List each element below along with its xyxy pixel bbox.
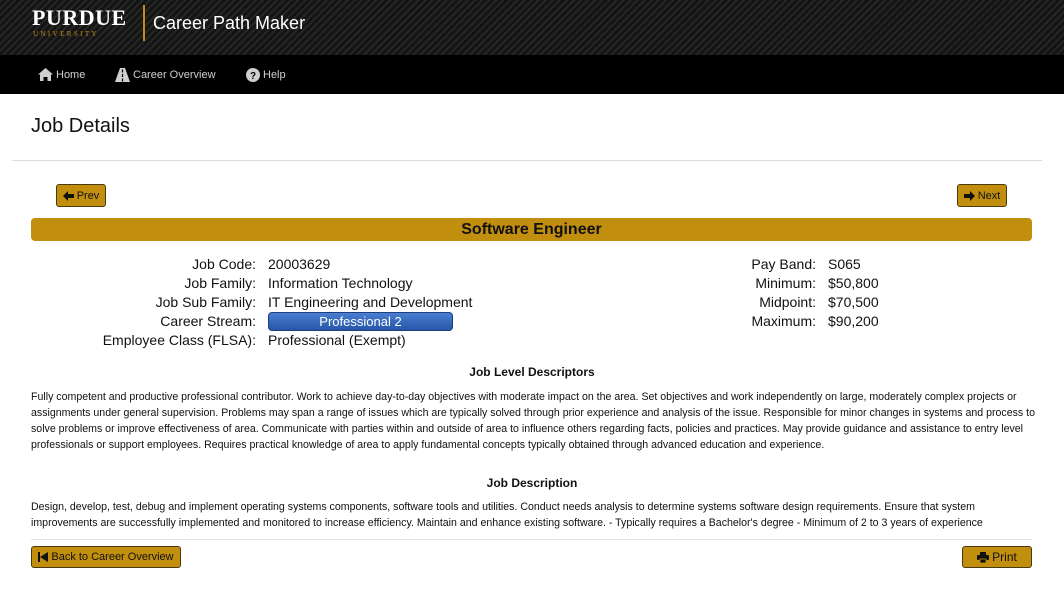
- detail-label: Pay Band:: [751, 256, 816, 272]
- home-icon: [38, 68, 53, 81]
- job-title-banner: Software Engineer: [31, 218, 1032, 241]
- detail-value: IT Engineering and Development: [268, 294, 473, 310]
- main-nav: Home Career Overview ? Help: [0, 55, 1064, 94]
- nav-career-overview-label: Career Overview: [133, 68, 216, 81]
- print-button-label: Print: [992, 550, 1017, 564]
- detail-label: Employee Class (FLSA):: [102, 332, 256, 348]
- back-button-label: Back to Career Overview: [51, 551, 174, 563]
- page-title: Job Details: [31, 115, 130, 137]
- detail-value: 20003629: [268, 256, 331, 272]
- next-button-label: Next: [977, 189, 1001, 202]
- nav-help-label: Help: [263, 68, 286, 81]
- arrow-right-icon: [963, 190, 975, 201]
- road-icon: [115, 67, 130, 82]
- svg-text:?: ?: [250, 71, 256, 82]
- detail-label: Job Code:: [192, 256, 256, 272]
- detail-value: $70,500: [828, 294, 879, 310]
- title-divider: [12, 160, 1042, 161]
- purdue-logo[interactable]: PURDUE UNIVERSITY: [32, 7, 128, 41]
- detail-row-job-sub-family: Job Sub Family: IT Engineering and Devel…: [0, 293, 600, 312]
- detail-label: Job Sub Family:: [155, 294, 256, 310]
- nav-home-label: Home: [56, 68, 86, 81]
- site-header: PURDUE UNIVERSITY Career Path Maker: [0, 0, 1064, 55]
- detail-row-job-family: Job Family: Information Technology: [0, 274, 600, 293]
- detail-row-midpoint: Midpoint: $70,500: [600, 293, 1000, 312]
- description-heading: Job Description: [486, 476, 578, 490]
- detail-label: Career Stream:: [160, 313, 256, 329]
- detail-label: Maximum:: [751, 313, 816, 329]
- prev-button[interactable]: Prev: [56, 184, 106, 207]
- nav-home[interactable]: Home: [38, 55, 85, 94]
- detail-value: Information Technology: [268, 275, 413, 291]
- detail-row-job-code: Job Code: 20003629: [0, 255, 600, 274]
- nav-help[interactable]: ? Help: [246, 55, 286, 94]
- app-title[interactable]: Career Path Maker: [153, 13, 305, 34]
- detail-value: S065: [828, 256, 861, 272]
- back-to-career-overview-button[interactable]: Back to Career Overview: [31, 546, 181, 568]
- detail-row-pay-band: Pay Band: S065: [600, 255, 1000, 274]
- question-circle-icon: ?: [246, 67, 260, 82]
- detail-row-employee-class: Employee Class (FLSA): Professional (Exe…: [0, 331, 600, 350]
- descriptors-heading: Job Level Descriptors: [469, 365, 595, 379]
- detail-row-minimum: Minimum: $50,800: [600, 274, 1000, 293]
- detail-label: Job Family:: [184, 275, 256, 291]
- detail-row-maximum: Maximum: $90,200: [600, 312, 1000, 331]
- detail-value: $50,800: [828, 275, 879, 291]
- arrow-left-icon: [62, 190, 74, 201]
- logo-subtitle: UNIVERSITY: [33, 30, 99, 38]
- prev-button-label: Prev: [76, 189, 100, 202]
- description-text: Design, develop, test, debug and impleme…: [31, 501, 983, 529]
- detail-label: Midpoint:: [759, 294, 816, 310]
- detail-value: $90,200: [828, 313, 879, 329]
- print-button[interactable]: Print: [962, 546, 1032, 568]
- detail-value: Professional (Exempt): [268, 332, 406, 348]
- footer-divider: [31, 539, 1032, 540]
- nav-career-overview[interactable]: Career Overview: [115, 55, 216, 94]
- printer-icon: [977, 551, 990, 563]
- career-stream-badge[interactable]: Professional 2: [268, 312, 453, 331]
- next-button[interactable]: Next: [957, 184, 1007, 207]
- detail-label: Minimum:: [755, 275, 816, 291]
- header-divider: [143, 5, 145, 41]
- descriptors-text: Fully competent and productive professio…: [31, 391, 1035, 451]
- step-backward-icon: [38, 552, 49, 562]
- logo-wordmark: PURDUE: [32, 5, 127, 30]
